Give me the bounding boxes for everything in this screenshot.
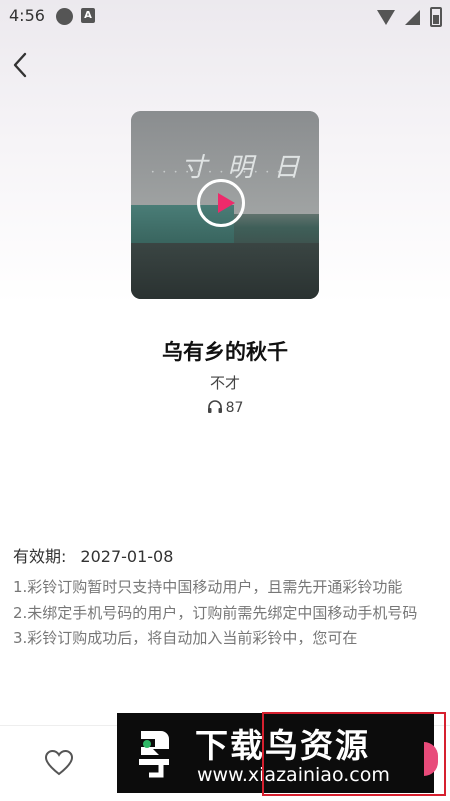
validity-row: 有效期: 2027-01-08: [13, 543, 173, 567]
a-app-notification-icon: A: [81, 8, 95, 23]
wifi-icon: [377, 9, 395, 25]
status-bar: 4:56 A: [0, 0, 450, 32]
back-button[interactable]: [8, 48, 38, 82]
note-item: 2.未绑定手机号码的用户，订购前需先绑定中国移动手机号码: [13, 603, 418, 622]
watermark-title: 下载鸟资源: [195, 726, 370, 765]
notification-icons: A: [56, 8, 95, 25]
validity-label: 有效期:: [13, 547, 67, 566]
bird-logo-icon: [139, 731, 169, 778]
music-app-notification-icon: [56, 8, 73, 25]
cover-overlay-text: 寸 明 日: [181, 153, 306, 183]
watermark-banner: 下载鸟资源 www.xiazainiao.com: [117, 713, 434, 793]
ringtone-notes: 1.彩铃订购暂时只支持中国移动用户，且需先开通彩铃功能 2.未绑定手机号码的用户…: [13, 575, 439, 652]
album-cover[interactable]: 寸 明 日 • • • • • • • • • • • •: [131, 111, 319, 299]
play-button[interactable]: [197, 179, 245, 227]
listen-count-value: 87: [225, 400, 244, 416]
cover-dots: • • • • • • • • • • • •: [151, 169, 284, 176]
song-title: 乌有乡的秋千: [162, 340, 288, 364]
battery-icon: [430, 7, 442, 27]
validity-date: 2027-01-08: [80, 547, 174, 566]
signal-icon: [405, 9, 420, 25]
note-item: 3.彩铃订购成功后，将自动加入当前彩铃中，您可在: [13, 629, 358, 647]
cover-ground: [131, 242, 319, 299]
favorite-button[interactable]: [44, 749, 74, 777]
status-time: 4:56: [9, 6, 45, 25]
artist-name: 不才: [209, 374, 240, 392]
listen-count: 87: [0, 399, 450, 416]
heart-icon: [44, 749, 74, 776]
chevron-left-icon: [13, 52, 27, 78]
system-icons: [377, 7, 442, 27]
watermark-url: www.xiazainiao.com: [197, 764, 390, 786]
note-item: 1.彩铃订购暂时只支持中国移动用户，且需先开通彩铃功能: [13, 578, 403, 596]
headphones-icon: [207, 400, 222, 413]
play-icon: [218, 193, 235, 213]
